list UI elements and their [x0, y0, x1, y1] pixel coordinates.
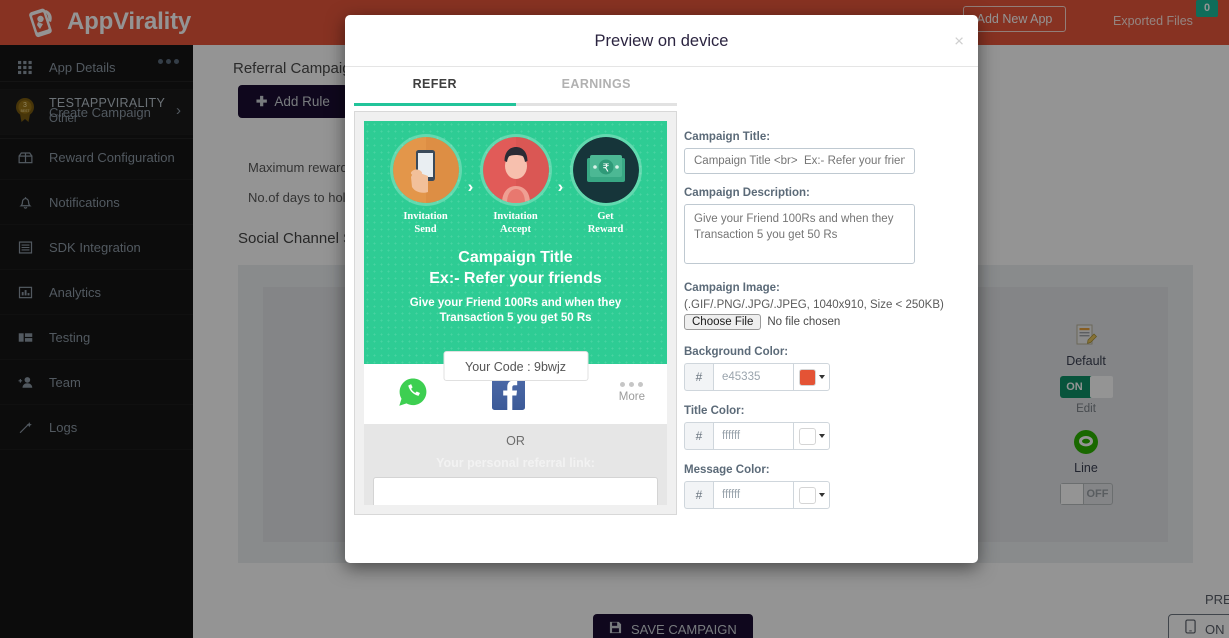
- title-color-value[interactable]: ffffff: [713, 422, 793, 450]
- device-preview-screen: Invitation Send › Invitation Accept › ₹ …: [364, 121, 667, 505]
- or-label: OR: [506, 434, 525, 448]
- message-color-picker[interactable]: [793, 481, 830, 509]
- tab-earnings[interactable]: EARNINGS: [515, 77, 677, 106]
- preview-on-device-modal: Preview on device × REFER EARNINGS Invit…: [345, 15, 978, 563]
- step-label: Invitation Send: [403, 211, 448, 235]
- more-label: More: [618, 391, 645, 403]
- phone-in-hand-icon: [392, 137, 459, 203]
- preview-campaign-title: Campaign Title Ex:- Refer your friends: [429, 249, 602, 287]
- campaign-title-label: Campaign Title:: [684, 131, 771, 143]
- more-dots-icon: [619, 382, 645, 387]
- chevron-down-icon: [818, 493, 825, 497]
- rupee-money-icon: ₹: [572, 137, 639, 203]
- modal-title: Preview on device: [594, 32, 729, 50]
- hash-prefix: #: [684, 422, 713, 450]
- close-icon[interactable]: ×: [954, 33, 964, 50]
- hash-prefix: #: [684, 363, 713, 391]
- preview-tabs: REFER EARNINGS: [354, 77, 677, 106]
- step-invitation-accept: Invitation Accept: [482, 137, 549, 236]
- background-color-picker[interactable]: [793, 363, 830, 391]
- title-color-label: Title Color:: [684, 405, 745, 417]
- whatsapp-icon[interactable]: [398, 377, 428, 407]
- choose-file-button[interactable]: Choose File: [684, 314, 762, 330]
- modal-header: Preview on device ×: [345, 15, 978, 67]
- preview-campaign-message: Give your Friend 100Rs and when they Tra…: [409, 297, 622, 324]
- title-color-picker[interactable]: [793, 422, 830, 450]
- no-file-chosen-label: No file chosen: [767, 316, 841, 328]
- campaign-hero: Invitation Send › Invitation Accept › ₹ …: [364, 121, 667, 364]
- campaign-description-label: Campaign Description:: [684, 187, 810, 199]
- device-preview-frame: Invitation Send › Invitation Accept › ₹ …: [354, 111, 677, 515]
- color-swatch: [798, 486, 816, 504]
- referral-link-input[interactable]: [373, 477, 658, 505]
- campaign-image-hint: (.GIF/.PNG/.JPG/.JPEG, 1040x910, Size < …: [684, 299, 944, 311]
- message-color-field: # ffffff: [684, 481, 830, 509]
- campaign-image-file-row: Choose File No file chosen: [684, 314, 964, 330]
- color-swatch: [798, 427, 816, 445]
- background-color-field: # e45335: [684, 363, 830, 391]
- message-color-label: Message Color:: [684, 464, 770, 476]
- campaign-title-input[interactable]: [684, 148, 915, 174]
- chevron-down-icon: [818, 434, 825, 438]
- more-share-button[interactable]: More: [619, 382, 645, 405]
- modal-body: REFER EARNINGS Invitation Send › Invitat…: [345, 67, 978, 563]
- campaign-image-label: Campaign Image:: [684, 282, 780, 294]
- background-color-value[interactable]: e45335: [713, 363, 793, 391]
- campaign-form: Campaign Title: Campaign Description: Ca…: [684, 131, 964, 509]
- step-label: Get Reward: [587, 211, 624, 235]
- referral-code-chip: Your Code : 9bwjz: [443, 351, 588, 381]
- step-get-reward: ₹ Get Reward: [572, 137, 639, 236]
- svg-text:₹: ₹: [602, 163, 609, 175]
- message-color-value[interactable]: ffffff: [713, 481, 793, 509]
- referral-link-section: OR Your personal referral link:: [364, 424, 667, 505]
- color-swatch: [798, 368, 816, 386]
- chevron-right-icon: ›: [557, 176, 564, 196]
- chevron-right-icon: ›: [467, 176, 474, 196]
- referral-link-label: Your personal referral link:: [436, 456, 595, 470]
- tab-refer[interactable]: REFER: [354, 77, 516, 106]
- step-invitation-send: Invitation Send: [392, 137, 459, 236]
- hash-prefix: #: [684, 481, 713, 509]
- steps-row: Invitation Send › Invitation Accept › ₹ …: [364, 137, 667, 236]
- background-color-label: Background Color:: [684, 346, 789, 358]
- person-avatar-icon: [482, 137, 549, 203]
- chevron-down-icon: [818, 375, 825, 379]
- campaign-description-input[interactable]: [684, 204, 915, 264]
- step-label: Invitation Accept: [493, 211, 538, 235]
- title-color-field: # ffffff: [684, 422, 830, 450]
